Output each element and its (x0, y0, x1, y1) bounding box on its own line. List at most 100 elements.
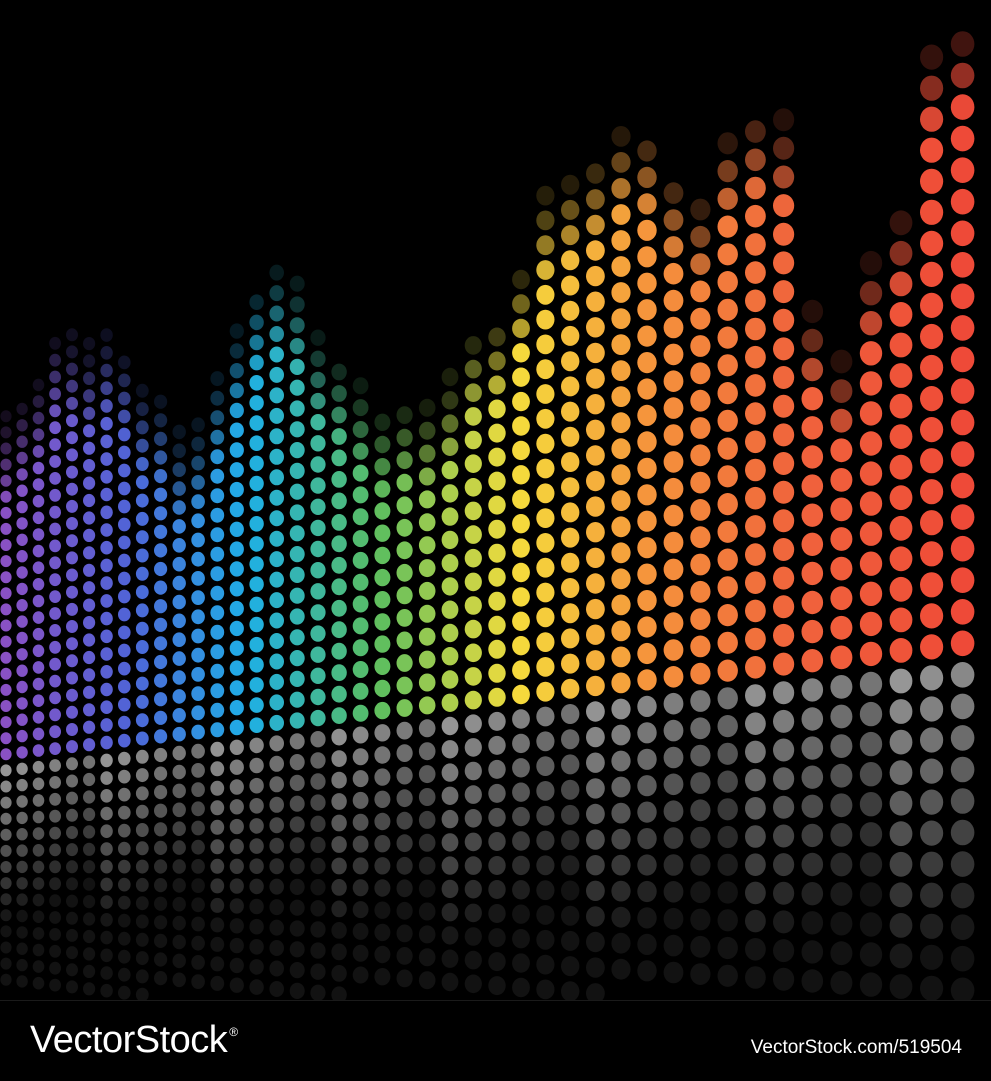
equalizer-dot (830, 438, 853, 463)
reflection-dot (352, 922, 369, 940)
reflection-dot (717, 936, 738, 960)
reflection-dot (210, 761, 225, 777)
equalizer-dot (32, 411, 45, 425)
reflection-dot (16, 762, 28, 775)
equalizer-dot (49, 404, 61, 418)
reflection-dot (0, 877, 12, 890)
equalizer-dot (396, 428, 413, 447)
reflection-dot (396, 834, 413, 853)
equalizer-dot (690, 335, 711, 357)
reflection-dot (172, 934, 186, 950)
equalizer-dot (801, 416, 824, 440)
reflection-dot (690, 690, 711, 712)
reflection-dot (801, 823, 824, 848)
equalizer-dot (0, 506, 12, 519)
equalizer-dot (83, 493, 96, 508)
reflection-dot (441, 856, 459, 875)
equalizer-dot (49, 725, 61, 739)
equalizer-dot (611, 490, 631, 512)
reflection-dot (100, 983, 113, 998)
reflection-dot (950, 977, 975, 1000)
equalizer-dot (229, 660, 244, 676)
equalizer-dot (611, 542, 631, 564)
equalizer-dot (773, 452, 795, 475)
reflection-dot (331, 750, 347, 767)
equalizer-dot (154, 394, 168, 409)
equalizer-dot (488, 351, 506, 371)
reflection-dot (352, 857, 369, 875)
equalizer-dot (464, 478, 482, 497)
equalizer-dot (859, 551, 883, 576)
equalizer-dot (310, 667, 326, 684)
equalizer-dot (418, 673, 436, 692)
equalizer-dot (889, 210, 913, 236)
reflection-dot (536, 954, 555, 975)
equalizer-dot (118, 427, 131, 442)
reflection-dot (418, 810, 436, 829)
equalizer-dot (690, 635, 711, 658)
equalizer-dot (191, 436, 205, 452)
equalizer-dot (154, 654, 168, 670)
reflection-dot (154, 840, 168, 856)
equalizer-dot (135, 493, 149, 508)
equalizer-dot (561, 174, 580, 195)
reflection-dot (950, 756, 975, 783)
equalizer-dot (536, 632, 555, 652)
equalizer-dot (561, 426, 580, 447)
reflection-dot (920, 820, 944, 846)
reflection-dot (49, 978, 61, 992)
equalizer-dot (859, 311, 883, 336)
equalizer-dot (49, 624, 61, 637)
reflection-dot (16, 828, 28, 841)
reflection-dot (801, 736, 824, 760)
equalizer-dot (561, 376, 580, 397)
equalizer-dot (16, 729, 28, 743)
reflection-dot (100, 842, 113, 856)
equalizer-dot (249, 395, 264, 411)
reflection-dot (889, 821, 913, 847)
equalizer-dot (269, 551, 285, 568)
reflection-dot (289, 816, 305, 833)
reflection-dot (66, 946, 78, 960)
reflection-dot (611, 776, 631, 798)
reflection-dot (49, 826, 61, 840)
reflection-dot (16, 926, 28, 939)
reflection-dot (441, 763, 459, 782)
equalizer-dot (441, 623, 459, 643)
equalizer-dot (100, 470, 113, 484)
reflection-dot (611, 906, 631, 928)
equalizer-dot (611, 386, 631, 407)
equalizer-dot (464, 407, 482, 426)
reflection-dot (396, 766, 413, 785)
equalizer-dot (663, 316, 684, 339)
reflection-dot (154, 766, 168, 781)
reflection-dot (191, 974, 205, 989)
equalizer-dot (310, 625, 326, 642)
equalizer-dot (690, 307, 711, 330)
reflection-dot (441, 949, 459, 968)
equalizer-dot (717, 493, 738, 516)
equalizer-dot (118, 445, 131, 460)
reflection-dot (100, 966, 113, 980)
equalizer-dot (16, 582, 28, 596)
equalizer-dot (920, 603, 944, 629)
reflection-dot (374, 945, 391, 964)
equalizer-dot (889, 546, 913, 572)
equalizer-dot (801, 532, 824, 556)
equalizer-dot (950, 62, 975, 89)
equalizer-dot (745, 261, 766, 284)
equalizer-dot (229, 680, 244, 696)
equalizer-dot (512, 514, 530, 534)
equalizer-dot (118, 463, 131, 478)
equalizer-dot (717, 437, 738, 460)
equalizer-dot (536, 284, 555, 305)
equalizer-dot (172, 556, 186, 572)
reflection-dot (536, 830, 555, 851)
equalizer-dot (16, 631, 28, 645)
equalizer-dot (269, 264, 285, 281)
equalizer-dot (32, 627, 45, 641)
reflection-dot (773, 824, 795, 848)
reflection-dot (464, 761, 482, 781)
equalizer-dot (611, 672, 631, 694)
equalizer-dot (561, 401, 580, 422)
